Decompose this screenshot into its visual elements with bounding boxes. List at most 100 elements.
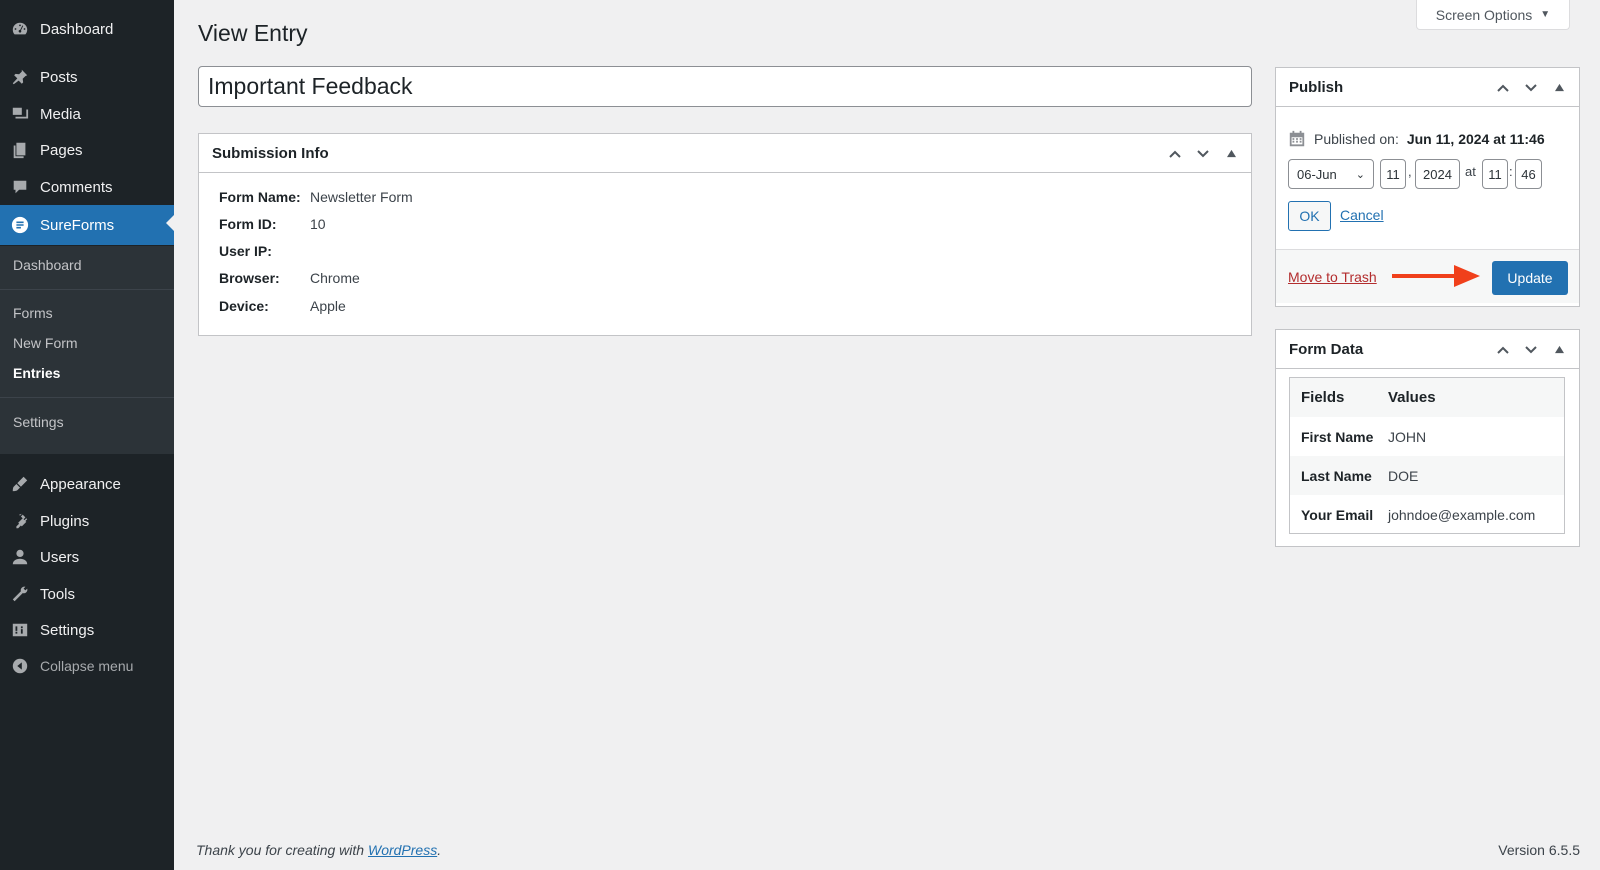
sureforms-icon: [10, 215, 30, 235]
move-up-button[interactable]: [1161, 140, 1189, 168]
page-title: View Entry: [198, 20, 308, 46]
field-value: JOHN: [1388, 428, 1427, 445]
sidebar-item-label: Settings: [40, 621, 95, 639]
sidebar-item-pages[interactable]: Pages: [0, 132, 174, 168]
move-down-button[interactable]: [1517, 74, 1545, 102]
move-down-button[interactable]: [1517, 336, 1545, 364]
screen-options-label: Screen Options: [1435, 6, 1533, 23]
triangle-up-icon: [1554, 83, 1564, 92]
toggle-panel-button[interactable]: [1545, 74, 1573, 102]
at-label: at: [1465, 164, 1476, 179]
month-select[interactable]: 06-Jun ⌄: [1288, 159, 1374, 189]
form-data-box: Form Data Fields Values First Name JOHN …: [1275, 329, 1580, 547]
published-date: Jun 11, 2024 at 11:46: [1406, 131, 1545, 147]
move-down-button[interactable]: [1189, 140, 1217, 168]
footer-thanks-text: Thank you for creating with: [196, 842, 368, 858]
info-row-form-name: Form Name: Newsletter Form: [219, 189, 413, 205]
info-value: Apple: [310, 298, 346, 314]
sidebar-item-sureforms[interactable]: SureForms: [0, 205, 174, 245]
sidebar-item-label: SureForms: [40, 216, 115, 234]
sidebar-item-posts[interactable]: Posts: [0, 59, 174, 95]
collapse-menu-label: Collapse menu: [40, 658, 134, 674]
day-input[interactable]: 11: [1380, 159, 1406, 189]
sidebar-item-users[interactable]: Users: [0, 539, 174, 575]
wordpress-link[interactable]: WordPress: [368, 842, 437, 858]
year-input[interactable]: 2024: [1415, 159, 1460, 189]
table-row: First Name JOHN: [1290, 417, 1564, 456]
screen-options-button[interactable]: Screen Options ▼: [1416, 0, 1570, 30]
toggle-panel-button[interactable]: [1545, 336, 1573, 364]
sidebar-item-label: Pages: [40, 141, 83, 159]
sidebar-item-label: Appearance: [40, 475, 121, 493]
chevron-down-icon: [1525, 83, 1537, 91]
media-icon: [10, 104, 30, 124]
chevron-up-icon: [1497, 346, 1509, 354]
sidebar-item-appearance[interactable]: Appearance: [0, 466, 174, 502]
postbox-header: Form Data: [1276, 330, 1579, 369]
sidebar-item-label: Posts: [40, 68, 78, 86]
postbox-title: Form Data: [1289, 340, 1364, 358]
info-value: Chrome: [310, 270, 360, 286]
sidebar-item-tools[interactable]: Tools: [0, 576, 174, 612]
chevron-down-icon: ⌄: [1355, 168, 1365, 181]
submenu-item-entries[interactable]: Entries: [13, 365, 60, 381]
time-colon: :: [1509, 164, 1513, 179]
sidebar-item-label: Dashboard: [40, 20, 114, 38]
submenu-item-dashboard[interactable]: Dashboard: [13, 257, 82, 273]
form-data-table: Fields Values First Name JOHN Last Name …: [1289, 377, 1565, 534]
move-to-trash-link[interactable]: Move to Trash: [1288, 269, 1377, 285]
info-value: 10: [310, 216, 326, 232]
chevron-up-icon: [1169, 150, 1181, 158]
chevron-down-icon: [1525, 345, 1537, 353]
arrow-right-icon: [1392, 265, 1480, 287]
brush-icon: [10, 474, 30, 494]
entry-title-input[interactable]: Important Feedback: [198, 66, 1252, 107]
sidebar-item-settings[interactable]: Settings: [0, 612, 174, 648]
column-header: Values: [1388, 389, 1436, 406]
postbox-controls: [1161, 134, 1245, 173]
column-header: Fields: [1301, 389, 1345, 406]
field-name: Last Name: [1301, 467, 1372, 484]
sidebar-item-plugins[interactable]: Plugins: [0, 503, 174, 539]
table-header-row: Fields Values: [1290, 378, 1564, 417]
submenu-item-settings[interactable]: Settings: [13, 414, 64, 430]
info-label: User IP:: [219, 243, 272, 259]
published-label: Published on:: [1314, 131, 1399, 147]
pages-icon: [10, 140, 30, 160]
move-up-button[interactable]: [1489, 74, 1517, 102]
calendar-icon: [1289, 130, 1305, 147]
plugin-icon: [10, 511, 30, 531]
dashboard-icon: [10, 19, 30, 39]
comment-icon: [10, 177, 30, 197]
caret-down-icon: ▼: [1540, 9, 1551, 20]
sureforms-submenu: Dashboard Forms New Form Entries Setting…: [0, 246, 174, 454]
submenu-item-forms[interactable]: Forms: [13, 305, 53, 321]
cancel-link[interactable]: Cancel: [1340, 207, 1384, 223]
collapse-menu-button[interactable]: Collapse menu: [0, 648, 174, 684]
field-value: DOE: [1388, 467, 1419, 484]
info-row-device: Device: Apple: [219, 298, 346, 314]
table-row: Last Name DOE: [1290, 456, 1564, 495]
submenu-item-new-form[interactable]: New Form: [13, 335, 78, 351]
sidebar-item-comments[interactable]: Comments: [0, 169, 174, 205]
update-button[interactable]: Update: [1492, 261, 1568, 295]
chevron-down-icon: [1197, 149, 1209, 157]
toggle-panel-button[interactable]: [1217, 140, 1245, 168]
sidebar-item-media[interactable]: Media: [0, 96, 174, 132]
postbox-title: Publish: [1289, 78, 1344, 96]
hour-input[interactable]: 11: [1482, 159, 1508, 189]
publish-box: Publish Published on: Jun 11, 2024 at 11…: [1275, 67, 1580, 307]
triangle-up-icon: [1226, 149, 1236, 158]
postbox-title: Submission Info: [212, 144, 329, 162]
admin-sidebar: Dashboard Posts Media Pages Comments Sur…: [0, 0, 174, 870]
move-up-button[interactable]: [1489, 336, 1517, 364]
ok-button[interactable]: OK: [1288, 201, 1331, 231]
table-row: Your Email johndoe@example.com: [1290, 495, 1564, 534]
publish-actions: Move to Trash Update: [1276, 249, 1579, 303]
sidebar-item-label: Users: [40, 548, 80, 566]
submenu-divider: [0, 289, 174, 290]
submission-info-box: Submission Info Form Name: Newsletter Fo…: [198, 133, 1252, 336]
info-label: Browser:: [219, 270, 280, 286]
sidebar-item-dashboard[interactable]: Dashboard: [0, 11, 174, 47]
minute-input[interactable]: 46: [1515, 159, 1542, 189]
